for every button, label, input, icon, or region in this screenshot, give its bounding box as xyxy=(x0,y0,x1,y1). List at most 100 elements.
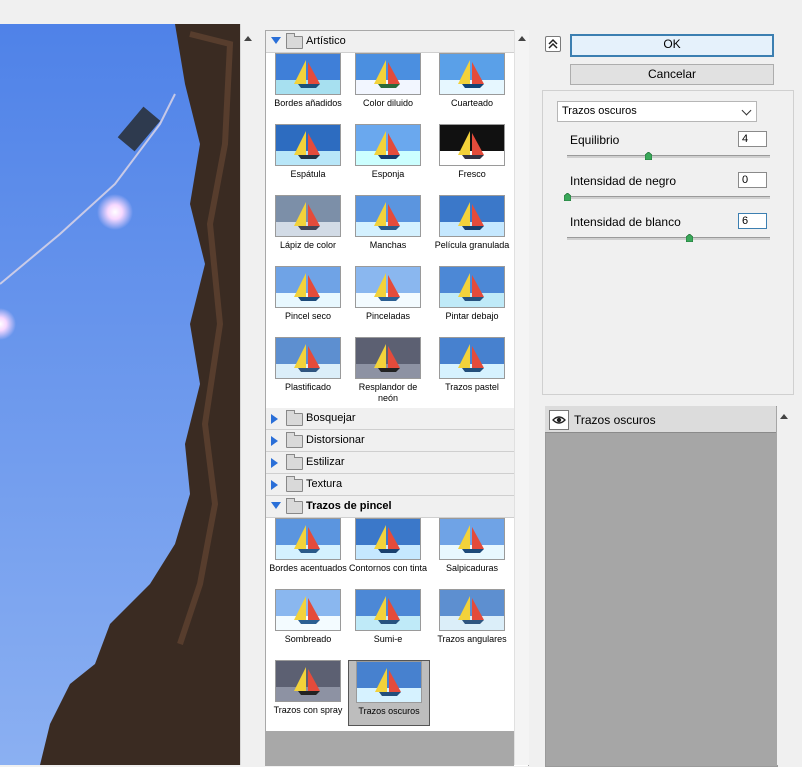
layers-scrollbar[interactable] xyxy=(777,406,791,765)
collapse-arrow-icon[interactable] xyxy=(271,436,278,446)
filter-label: Trazos angulares xyxy=(437,634,507,644)
intensidad-blanco-slider[interactable] xyxy=(567,237,770,240)
scroll-up-icon[interactable] xyxy=(780,414,788,419)
equilibrio-input[interactable] xyxy=(738,131,767,147)
filter-label: Sumi-e xyxy=(373,634,403,644)
filter-preview-image xyxy=(355,124,421,166)
category-textura[interactable]: Textura xyxy=(266,474,514,496)
gallery-scrollbar[interactable] xyxy=(514,30,529,765)
category-label: Bosquejar xyxy=(306,412,356,424)
intensidad-blanco-slider-thumb[interactable] xyxy=(685,234,693,242)
filter-thumb-artistico-7[interactable]: Manchas xyxy=(348,195,428,259)
filter-label: Contornos con tinta xyxy=(348,563,428,573)
ok-button[interactable]: OK xyxy=(570,34,774,57)
filter-thumb-artistico-11[interactable]: Pintar debajo xyxy=(432,266,512,330)
filter-label: Fresco xyxy=(458,169,486,179)
filter-preview-image xyxy=(355,266,421,308)
filter-preview-image xyxy=(275,53,341,95)
collapse-arrow-icon[interactable] xyxy=(271,480,278,490)
cancel-button[interactable]: Cancelar xyxy=(570,64,774,85)
category-label: Distorsionar xyxy=(306,434,365,446)
category-bosquejar[interactable]: Bosquejar xyxy=(266,408,514,430)
param-label-intensidad-blanco: Intensidad de blanco xyxy=(570,215,681,229)
filter-gallery: Artístico Bordes añadidos Color diluido Cu… xyxy=(265,30,529,766)
intensidad-negro-input[interactable] xyxy=(738,172,767,188)
filter-preview-image xyxy=(355,53,421,95)
expand-arrow-icon[interactable] xyxy=(271,502,281,509)
filter-label: Trazos oscuros xyxy=(358,706,420,716)
filter-preview-image xyxy=(275,660,341,702)
filter-thumb-artistico-13[interactable]: Resplandor de neón xyxy=(348,337,428,403)
category-distorsionar[interactable]: Distorsionar xyxy=(266,430,514,452)
filter-preview-image xyxy=(355,337,421,379)
filter-thumb-trazos-7[interactable]: Trazos oscuros xyxy=(348,660,430,726)
folder-icon xyxy=(286,410,303,426)
category-trazos-de-pincel[interactable]: Trazos de pincel xyxy=(266,496,514,518)
filter-thumb-trazos-4[interactable]: Sumi-e xyxy=(348,589,428,653)
category-label: Textura xyxy=(306,478,343,490)
filter-thumb-trazos-5[interactable]: Trazos angulares xyxy=(432,589,512,653)
folder-icon xyxy=(286,33,303,49)
filter-preview-image xyxy=(355,518,421,560)
filter-label: Trazos con spray xyxy=(273,705,343,715)
filter-select[interactable]: Trazos oscuros xyxy=(557,101,757,122)
scroll-up-icon[interactable] xyxy=(244,36,252,41)
filter-label: Esponja xyxy=(371,169,405,179)
intensidad-negro-slider-thumb[interactable] xyxy=(564,193,571,201)
filter-label: Película granulada xyxy=(434,240,510,250)
scroll-up-icon[interactable] xyxy=(518,36,526,41)
folder-icon xyxy=(286,432,303,448)
filter-thumb-artistico-9[interactable]: Pincel seco xyxy=(268,266,348,330)
slider-handle-icon xyxy=(645,152,653,160)
equilibrio-slider[interactable] xyxy=(567,155,770,158)
filter-thumb-artistico-6[interactable]: Lápiz de color xyxy=(268,195,348,259)
category-label: Estilizar xyxy=(306,456,345,468)
intensidad-negro-slider[interactable] xyxy=(567,196,770,199)
filter-label: Trazos pastel xyxy=(445,382,499,392)
filter-thumb-artistico-5[interactable]: Fresco xyxy=(432,124,512,188)
filter-preview-image xyxy=(439,518,505,560)
filter-preview-image xyxy=(275,124,341,166)
filter-thumb-artistico-8[interactable]: Película granulada xyxy=(432,195,512,259)
filter-label: Bordes acentuados xyxy=(269,563,347,573)
category-estilizar[interactable]: Estilizar xyxy=(266,452,514,474)
category-label: Trazos de pincel xyxy=(306,500,392,512)
filter-preview-image xyxy=(275,589,341,631)
filter-thumb-trazos-2[interactable]: Salpicaduras xyxy=(432,518,512,582)
intensidad-blanco-input[interactable] xyxy=(738,213,767,229)
filter-thumb-artistico-10[interactable]: Pinceladas xyxy=(348,266,428,330)
filter-thumb-trazos-3[interactable]: Sombreado xyxy=(268,589,348,653)
filter-thumb-artistico-1[interactable]: Color diluido xyxy=(348,53,428,117)
visibility-toggle[interactable] xyxy=(549,410,569,430)
image-preview[interactable] xyxy=(0,24,240,765)
filter-label: Plastificado xyxy=(284,382,332,392)
filter-thumb-artistico-0[interactable]: Bordes añadidos xyxy=(268,53,348,117)
filter-thumb-artistico-2[interactable]: Cuarteado xyxy=(432,53,512,117)
filter-preview-image xyxy=(439,589,505,631)
slider-handle-icon xyxy=(564,193,571,201)
collapse-arrow-icon[interactable] xyxy=(271,414,278,424)
filter-thumb-trazos-6[interactable]: Trazos con spray xyxy=(268,660,348,724)
preview-scrollbar[interactable] xyxy=(240,24,256,765)
filter-thumb-artistico-14[interactable]: Trazos pastel xyxy=(432,337,512,401)
filter-thumb-artistico-12[interactable]: Plastificado xyxy=(268,337,348,401)
filter-preview-image xyxy=(356,661,422,703)
filter-label: Bordes añadidos xyxy=(274,98,342,108)
filter-label: Pintar debajo xyxy=(445,311,499,321)
filter-thumb-trazos-1[interactable]: Contornos con tinta xyxy=(348,518,428,582)
equilibrio-slider-thumb[interactable] xyxy=(645,152,653,160)
filter-thumb-trazos-0[interactable]: Bordes acentuados xyxy=(268,518,348,582)
category-artistico[interactable]: Artístico xyxy=(266,31,514,53)
expand-arrow-icon[interactable] xyxy=(271,37,281,44)
filter-preview-image xyxy=(275,266,341,308)
collapse-arrow-icon[interactable] xyxy=(271,458,278,468)
collapse-gallery-button[interactable] xyxy=(545,36,561,52)
filter-label: Resplandor de neón xyxy=(358,382,418,403)
filter-preview-image xyxy=(439,266,505,308)
filter-preview-image xyxy=(355,195,421,237)
filter-label: Lápiz de color xyxy=(279,240,337,250)
filter-label: Espátula xyxy=(290,169,326,179)
filter-preview-image xyxy=(439,337,505,379)
filter-thumb-artistico-3[interactable]: Espátula xyxy=(268,124,348,188)
filter-thumb-artistico-4[interactable]: Esponja xyxy=(348,124,428,188)
